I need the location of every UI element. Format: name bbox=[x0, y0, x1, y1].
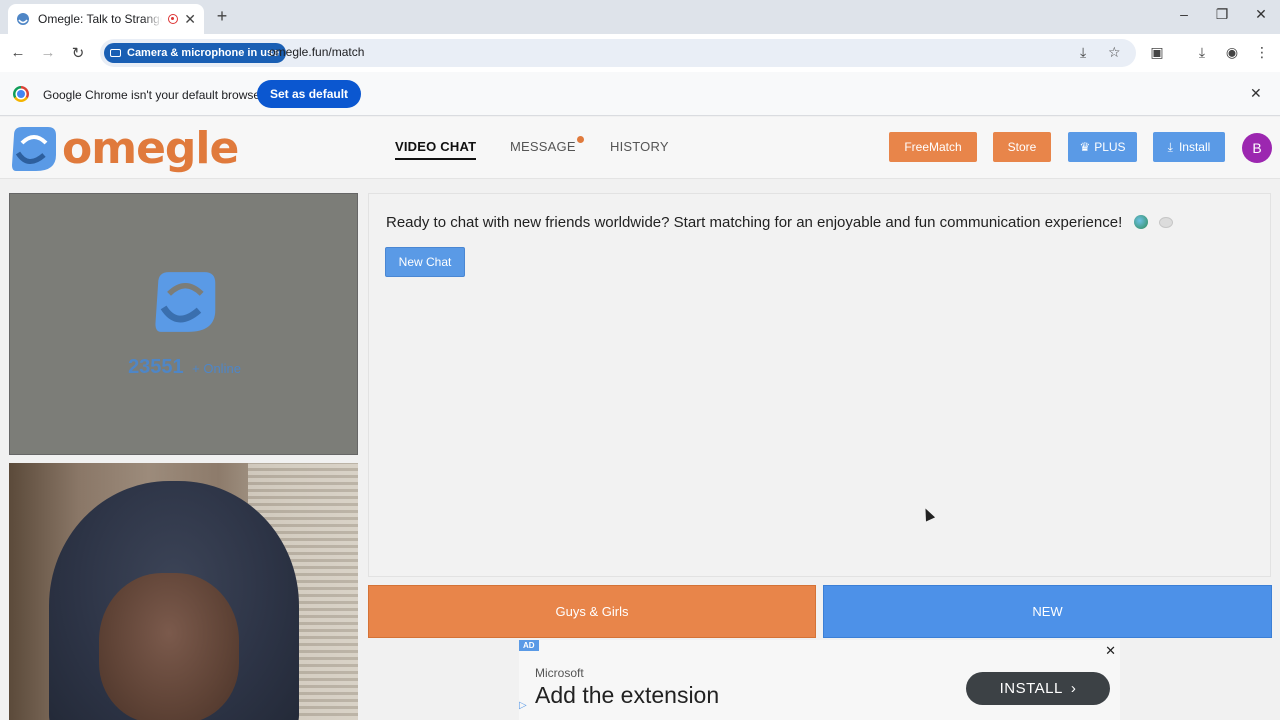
reload-icon[interactable]: ↻ bbox=[68, 44, 88, 62]
recording-icon bbox=[168, 14, 179, 24]
set-as-default-button[interactable]: Set as default bbox=[257, 80, 362, 108]
infobar-text: Google Chrome isn't your default browser bbox=[43, 88, 265, 102]
ad-banner[interactable]: AD ✕ Microsoft Add the extension INSTALL… bbox=[519, 640, 1120, 720]
logo-text: omegle bbox=[62, 123, 239, 174]
downloads-icon[interactable]: ⤓ bbox=[1192, 44, 1212, 61]
address-bar[interactable]: Camera & microphone in use omegle.fun/ma… bbox=[100, 39, 1136, 67]
speech-bubble-emoji-icon bbox=[1158, 217, 1173, 228]
browser-tab[interactable]: Omegle: Talk to Strangers with Video ✕ bbox=[8, 4, 204, 34]
new-match-button[interactable]: NEW bbox=[823, 585, 1272, 638]
gender-filter-button[interactable]: Guys & Girls bbox=[368, 585, 816, 638]
download-icon: ⤓ bbox=[1167, 139, 1173, 154]
omegle-logo[interactable]: omegle bbox=[8, 123, 239, 174]
bookmark-star-icon[interactable]: ☆ bbox=[1108, 44, 1121, 61]
message-notification-dot bbox=[577, 136, 584, 143]
ad-brand: Microsoft bbox=[535, 666, 584, 680]
menu-icon[interactable]: ⋮ bbox=[1252, 44, 1272, 61]
ad-headline: Add the extension bbox=[535, 682, 720, 708]
install-app-icon[interactable]: ⤓ bbox=[1080, 44, 1086, 61]
side-panel-icon[interactable]: ▣ bbox=[1147, 44, 1167, 61]
tab-title: Omegle: Talk to Strangers with Video bbox=[38, 12, 162, 26]
freematch-button[interactable]: FreeMatch bbox=[889, 132, 977, 162]
install-button[interactable]: ⤓ Install bbox=[1153, 132, 1225, 162]
chat-system-message: Ready to chat with new friends worldwide… bbox=[386, 214, 1173, 231]
plus-label: PLUS bbox=[1094, 140, 1126, 154]
crown-icon: ♛ bbox=[1079, 140, 1091, 154]
tab-close-icon[interactable]: ✕ bbox=[184, 11, 196, 28]
chat-panel: Ready to chat with new friends worldwide… bbox=[368, 193, 1271, 577]
online-count-label: + Online bbox=[192, 361, 241, 376]
browser-toolbar: ← → ↻ Camera & microphone in use omegle.… bbox=[0, 34, 1280, 72]
ad-install-label: INSTALL bbox=[999, 680, 1063, 697]
ad-badge: AD bbox=[519, 640, 539, 651]
camera-chip-label: Camera & microphone in use bbox=[127, 47, 280, 59]
user-avatar[interactable]: B bbox=[1242, 133, 1272, 163]
default-browser-infobar: Google Chrome isn't your default browser… bbox=[0, 72, 1280, 116]
new-tab-icon[interactable]: + bbox=[212, 6, 232, 27]
nav-message[interactable]: MESSAGE bbox=[510, 139, 576, 154]
site-header: omegle VIDEO CHAT MESSAGE HISTORY FreeMa… bbox=[0, 117, 1280, 179]
forward-icon[interactable]: → bbox=[38, 44, 58, 61]
ad-close-icon[interactable]: ✕ bbox=[1105, 643, 1116, 659]
window-close-icon[interactable]: ✕ bbox=[1249, 6, 1273, 23]
omegle-logo-icon bbox=[12, 126, 56, 171]
minimize-icon[interactable]: – bbox=[1172, 6, 1196, 22]
online-count-number: 23551 bbox=[128, 356, 184, 378]
new-chat-button[interactable]: New Chat bbox=[385, 247, 465, 277]
person-face bbox=[99, 573, 239, 720]
omegle-favicon-icon bbox=[17, 13, 29, 25]
camera-in-use-chip[interactable]: Camera & microphone in use bbox=[104, 43, 287, 63]
ad-choices-icon[interactable]: ▷ bbox=[519, 700, 527, 711]
camera-icon bbox=[110, 49, 121, 57]
nav-history[interactable]: HISTORY bbox=[610, 139, 669, 154]
plus-button[interactable]: ♛ PLUS bbox=[1068, 132, 1137, 162]
chat-message-text: Ready to chat with new friends worldwide… bbox=[386, 214, 1123, 231]
store-button[interactable]: Store bbox=[993, 132, 1051, 162]
tab-strip: Omegle: Talk to Strangers with Video ✕ +… bbox=[0, 0, 1280, 34]
online-count: 23551 + Online bbox=[10, 356, 359, 379]
globe-emoji-icon bbox=[1134, 215, 1149, 229]
profile-icon[interactable]: ◉ bbox=[1222, 44, 1242, 61]
self-camera-video bbox=[9, 463, 358, 720]
infobar-close-icon[interactable]: ✕ bbox=[1250, 85, 1262, 102]
stranger-video-panel: 23551 + Online bbox=[9, 193, 358, 455]
omegle-placeholder-icon bbox=[155, 272, 216, 332]
url-text[interactable]: omegle.fun/match bbox=[269, 45, 364, 59]
back-icon[interactable]: ← bbox=[8, 44, 28, 61]
restore-icon[interactable]: ❐ bbox=[1210, 6, 1234, 23]
chevron-right-icon: › bbox=[1070, 680, 1077, 697]
nav-video-chat[interactable]: VIDEO CHAT bbox=[395, 139, 477, 160]
install-label: Install bbox=[1178, 140, 1211, 154]
ad-install-button[interactable]: INSTALL › bbox=[966, 672, 1110, 705]
chrome-logo-icon bbox=[13, 86, 29, 102]
